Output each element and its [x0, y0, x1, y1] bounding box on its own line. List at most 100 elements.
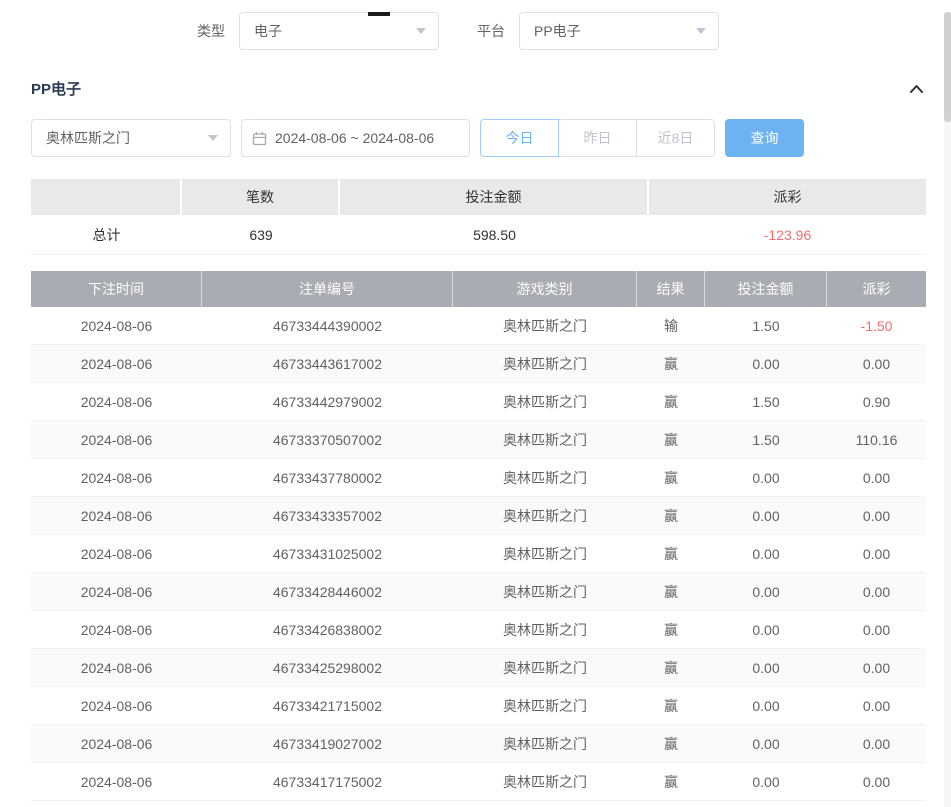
summary-bet-amount-value: 598.50 [340, 215, 649, 255]
table-cell: 0.00 [705, 535, 827, 573]
table-cell: 赢 [637, 383, 705, 421]
summary-header-count: 笔数 [182, 179, 340, 215]
date-range-value: 2024-08-06 ~ 2024-08-06 [275, 130, 434, 146]
table-cell: 奥林匹斯之门 [453, 687, 637, 725]
table-row: 2024-08-0646733428446002奥林匹斯之门赢0.000.00 [31, 573, 926, 611]
table-cell: 0.00 [705, 345, 827, 383]
platform-label: 平台 [477, 21, 505, 41]
table-cell: 赢 [637, 611, 705, 649]
table-cell: 赢 [637, 459, 705, 497]
table-cell: 0.00 [827, 535, 926, 573]
header-bet-amount: 投注金额 [705, 271, 827, 307]
table-cell: 46733437780002 [202, 459, 453, 497]
table-cell: 2024-08-06 [31, 611, 202, 649]
summary-payout-value: -123.96 [649, 215, 926, 255]
table-cell: 0.00 [827, 687, 926, 725]
summary-header-row: 笔数 投注金额 派彩 [31, 179, 926, 215]
table-cell: 46733431025002 [202, 535, 453, 573]
header-payout: 派彩 [827, 271, 926, 307]
table-cell: 46733425298002 [202, 649, 453, 687]
table-cell: 0.00 [705, 763, 827, 801]
type-select-value: 电子 [254, 21, 282, 41]
search-button[interactable]: 查询 [725, 119, 804, 157]
table-cell: 0.00 [827, 573, 926, 611]
chevron-down-icon [696, 28, 706, 34]
table-cell: 0.00 [705, 649, 827, 687]
table-cell: 0.00 [827, 611, 926, 649]
vertical-scrollbar[interactable] [944, 12, 951, 807]
platform-select[interactable]: PP电子 [519, 12, 719, 50]
table-cell: 奥林匹斯之门 [453, 345, 637, 383]
table-cell: 赢 [637, 573, 705, 611]
table-cell: 46733419027002 [202, 725, 453, 763]
top-scroll-indicator [368, 12, 390, 16]
header-bet-time: 下注时间 [31, 271, 202, 307]
table-cell: 0.00 [827, 649, 926, 687]
table-cell: 0.00 [827, 497, 926, 535]
table-cell: 奥林匹斯之门 [453, 763, 637, 801]
table-cell: 奥林匹斯之门 [453, 421, 637, 459]
yesterday-button[interactable]: 昨日 [558, 119, 637, 157]
table-cell: 赢 [637, 687, 705, 725]
chevron-down-icon [208, 135, 218, 141]
table-cell: 46733443617002 [202, 345, 453, 383]
table-cell: 1.50 [705, 421, 827, 459]
table-cell: 0.00 [705, 497, 827, 535]
table-row: 2024-08-0646733421715002奥林匹斯之门赢0.000.00 [31, 687, 926, 725]
type-select[interactable]: 电子 [239, 12, 439, 50]
summary-header-bet-amount: 投注金额 [340, 179, 649, 215]
game-select[interactable]: 奥林匹斯之门 [31, 119, 231, 157]
table-cell: 奥林匹斯之门 [453, 611, 637, 649]
table-cell: 2024-08-06 [31, 687, 202, 725]
filter-row: 类型 电子 平台 PP电子 [197, 12, 951, 50]
today-button[interactable]: 今日 [480, 119, 559, 157]
table-row: 2024-08-0646733433357002奥林匹斯之门赢0.000.00 [31, 497, 926, 535]
table-cell: 赢 [637, 421, 705, 459]
table-cell: 0.00 [705, 611, 827, 649]
table-cell: 奥林匹斯之门 [453, 459, 637, 497]
table-row: 2024-08-0646733437780002奥林匹斯之门赢0.000.00 [31, 459, 926, 497]
table-cell: -1.50 [827, 307, 926, 345]
table-cell: 2024-08-06 [31, 345, 202, 383]
summary-total-row: 总计 639 598.50 -123.96 [31, 215, 926, 255]
table-cell: 奥林匹斯之门 [453, 535, 637, 573]
date-range-picker[interactable]: 2024-08-06 ~ 2024-08-06 [241, 119, 470, 157]
bet-table-header-row: 下注时间 注单编号 游戏类别 结果 投注金额 派彩 [31, 271, 926, 307]
table-cell: 0.00 [705, 459, 827, 497]
bet-table: 下注时间 注单编号 游戏类别 结果 投注金额 派彩 2024-08-064673… [31, 271, 926, 801]
scrollbar-thumb[interactable] [944, 12, 951, 122]
type-label: 类型 [197, 21, 225, 41]
summary-total-label: 总计 [31, 215, 182, 255]
table-cell: 0.00 [705, 687, 827, 725]
table-row: 2024-08-0646733426838002奥林匹斯之门赢0.000.00 [31, 611, 926, 649]
table-cell: 奥林匹斯之门 [453, 497, 637, 535]
table-cell: 46733370507002 [202, 421, 453, 459]
table-cell: 1.50 [705, 383, 827, 421]
table-cell: 46733421715002 [202, 687, 453, 725]
header-result: 结果 [637, 271, 705, 307]
table-cell: 奥林匹斯之门 [453, 573, 637, 611]
table-cell: 奥林匹斯之门 [453, 307, 637, 345]
table-cell: 0.00 [827, 345, 926, 383]
table-cell: 0.00 [705, 725, 827, 763]
table-cell: 2024-08-06 [31, 383, 202, 421]
table-cell: 2024-08-06 [31, 421, 202, 459]
table-cell: 1.50 [705, 307, 827, 345]
table-cell: 0.00 [705, 573, 827, 611]
table-row: 2024-08-0646733425298002奥林匹斯之门赢0.000.00 [31, 649, 926, 687]
table-cell: 2024-08-06 [31, 725, 202, 763]
chevron-up-icon[interactable] [907, 81, 926, 96]
last-8-days-button[interactable]: 近8日 [636, 119, 715, 157]
bet-table-body: 2024-08-0646733444390002奥林匹斯之门输1.50-1.50… [31, 307, 926, 801]
table-cell: 2024-08-06 [31, 649, 202, 687]
table-cell: 0.90 [827, 383, 926, 421]
table-row: 2024-08-0646733419027002奥林匹斯之门赢0.000.00 [31, 725, 926, 763]
summary-header-payout: 派彩 [649, 179, 926, 215]
table-row: 2024-08-0646733417175002奥林匹斯之门赢0.000.00 [31, 763, 926, 801]
quick-date-button-group: 今日 昨日 近8日 [480, 119, 715, 157]
table-row: 2024-08-0646733442979002奥林匹斯之门赢1.500.90 [31, 383, 926, 421]
platform-select-value: PP电子 [534, 21, 581, 41]
table-row: 2024-08-0646733431025002奥林匹斯之门赢0.000.00 [31, 535, 926, 573]
table-cell: 46733433357002 [202, 497, 453, 535]
table-cell: 赢 [637, 535, 705, 573]
